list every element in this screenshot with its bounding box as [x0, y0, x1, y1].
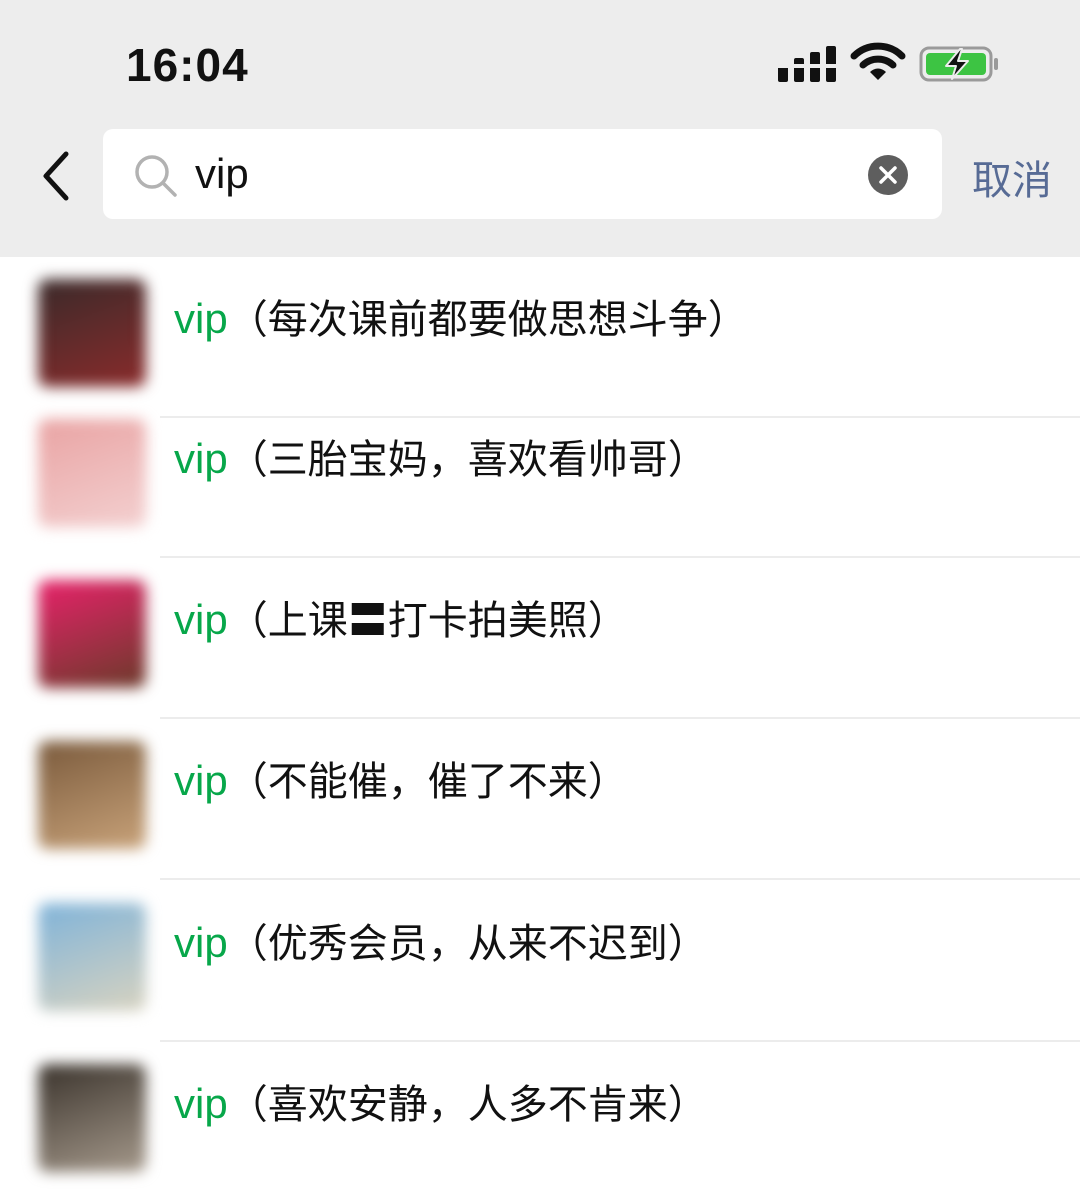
back-chevron-icon[interactable]	[36, 148, 80, 204]
result-title: vip（不能催，催了不来）	[174, 755, 628, 808]
result-item[interactable]: vip（优秀会员，从来不迟到）	[0, 881, 1080, 1042]
result-item[interactable]: vip（喜欢安静，人多不肯来）	[0, 1042, 1080, 1202]
result-rest: （喜欢安静，人多不肯来）	[227, 1082, 708, 1128]
result-rest: （不能催，催了不来）	[227, 759, 628, 805]
header-area: 16:04 vip 取消	[0, 0, 1080, 257]
search-icon	[135, 155, 177, 197]
battery-charging-icon	[919, 46, 998, 82]
result-item[interactable]: vip（每次课前都要做思想斗争）	[0, 257, 1080, 418]
contact-avatar	[38, 903, 146, 1011]
search-screen: 16:04 vip 取消 vip（每次课前都要做思想斗争） vip（三胎宝妈，喜…	[0, 0, 1080, 1202]
result-title: vip（三胎宝妈，喜欢看帅哥）	[174, 433, 708, 486]
result-item[interactable]: vip（上课〓打卡拍美照）	[0, 558, 1080, 719]
search-results-list: vip（每次课前都要做思想斗争） vip（三胎宝妈，喜欢看帅哥） vip（上课〓…	[0, 257, 1080, 1202]
result-rest: （每次课前都要做思想斗争）	[227, 297, 748, 343]
contact-avatar	[38, 580, 146, 688]
search-bar[interactable]	[103, 129, 942, 219]
result-title: vip（每次课前都要做思想斗争）	[174, 293, 748, 346]
result-highlight: vip	[174, 295, 228, 342]
status-time: 16:04	[126, 39, 249, 91]
result-item[interactable]: vip（不能催，催了不来）	[0, 719, 1080, 880]
cancel-button[interactable]: 取消	[972, 148, 1052, 206]
result-highlight: vip	[174, 757, 228, 804]
signal-icon	[778, 46, 836, 82]
contact-avatar	[38, 741, 146, 849]
contact-avatar	[38, 1064, 146, 1172]
result-rest: （上课〓打卡拍美照）	[227, 598, 628, 644]
clear-icon[interactable]	[867, 154, 909, 196]
result-title: vip（喜欢安静，人多不肯来）	[174, 1078, 708, 1131]
wifi-icon	[850, 42, 906, 80]
result-highlight: vip	[174, 1080, 228, 1127]
result-rest: （三胎宝妈，喜欢看帅哥）	[227, 437, 708, 483]
contact-avatar	[38, 279, 146, 387]
result-highlight: vip	[174, 435, 228, 482]
search-input[interactable]	[195, 143, 835, 205]
result-title: vip（上课〓打卡拍美照）	[174, 594, 628, 647]
divider	[160, 878, 1080, 880]
result-highlight: vip	[174, 919, 228, 966]
status-bar: 16:04	[0, 0, 1080, 120]
result-rest: （优秀会员，从来不迟到）	[227, 921, 708, 967]
result-title: vip（优秀会员，从来不迟到）	[174, 917, 708, 970]
result-item[interactable]: vip（三胎宝妈，喜欢看帅哥）	[0, 397, 1080, 558]
contact-avatar	[38, 419, 146, 527]
result-highlight: vip	[174, 596, 228, 643]
